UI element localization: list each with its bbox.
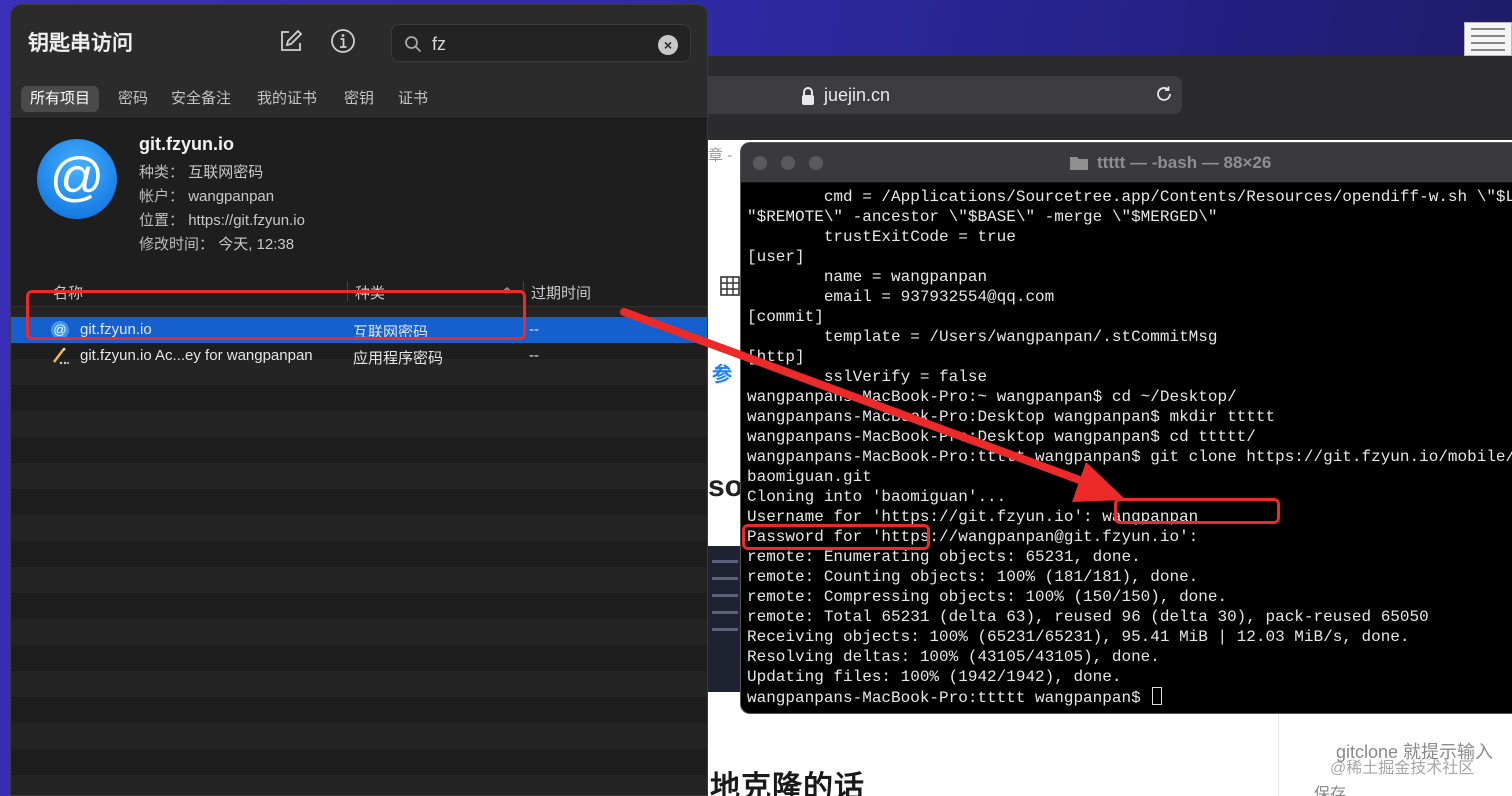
item-kind-row: 种类： 互联网密码	[139, 161, 263, 182]
terminal-line: wangpanpans-MacBook-Pro:~ wangpanpan$ cd…	[747, 388, 1237, 406]
column-expires[interactable]: 过期时间	[531, 282, 591, 303]
item-modified-row: 修改时间： 今天, 12:38	[139, 233, 294, 254]
minimize-button[interactable]	[781, 156, 795, 170]
terminal-window: ttttt — -bash — 88×26 cmd = /Application…	[740, 142, 1512, 714]
page-image-thumbnail	[708, 546, 742, 692]
kind-label: 种类：	[139, 164, 185, 181]
terminal-line: name = wangpanpan	[747, 268, 988, 286]
internet-password-icon: @	[37, 139, 117, 219]
terminal-line: remote: Enumerating objects: 65231, done…	[747, 548, 1141, 566]
terminal-line: template = /Users/wangpanpan/.stCommitMs…	[747, 328, 1218, 346]
tab-passwords[interactable]: 密码	[109, 86, 157, 112]
pencil-key-icon	[53, 347, 69, 365]
terminal-line: Updating files: 100% (1942/1942), done.	[747, 668, 1122, 686]
keychain-window: 钥匙串访问 × 所有项目 密码 安全备注 我的证书 密钥 证书 @ git.fz…	[10, 4, 708, 796]
item-account-row: 帐户： wangpanpan	[139, 185, 274, 206]
row-expires: --	[529, 347, 539, 364]
terminal-title: ttttt — -bash — 88×26	[1097, 153, 1272, 172]
terminal-line: "$REMOTE\" -ancestor \"$BASE\" -merge \"…	[747, 208, 1218, 226]
info-icon[interactable]	[329, 27, 357, 55]
terminal-line: [user]	[747, 248, 805, 266]
terminal-line: wangpanpans-MacBook-Pro:Desktop wangpanp…	[747, 408, 1276, 426]
reload-icon[interactable]	[1154, 84, 1174, 104]
where-label: 位置：	[139, 212, 185, 229]
page-text-save: 保存	[1314, 786, 1347, 796]
modified-label: 修改时间：	[139, 236, 215, 253]
terminal-line: baomiguan.git	[747, 468, 872, 486]
terminal-line: Resolving deltas: 100% (43105/43105), do…	[747, 648, 1160, 666]
page-heading-fragment: so	[708, 470, 744, 503]
desktop-file-thumbnail[interactable]	[1464, 22, 1512, 56]
terminal-line: [http]	[747, 348, 805, 366]
items-table: @ git.fzyun.io 互联网密码 -- git.fzyun.io Ac.…	[11, 307, 707, 795]
page-text-fragment: 章 -	[708, 147, 733, 164]
annotation-box-keychain-row	[26, 290, 526, 340]
row-name: git.fzyun.io Ac...ey for wangpanpan	[80, 347, 313, 364]
watermark: @稀土掘金技术社区	[1330, 760, 1475, 777]
terminal-prompt-line[interactable]: wangpanpans-MacBook-Pro:ttttt wangpanpan…	[747, 687, 1512, 707]
terminal-line: wangpanpans-MacBook-Pro:Desktop wangpanp…	[747, 428, 1256, 446]
terminal-line: wangpanpans-MacBook-Pro:ttttt wangpanpan…	[747, 448, 1512, 466]
terminal-line: sslVerify = false	[747, 368, 988, 386]
folder-icon	[1070, 157, 1088, 170]
account-label: 帐户：	[139, 188, 185, 205]
annotation-box-password-prompt	[742, 524, 930, 550]
compose-icon[interactable]	[277, 27, 305, 55]
zoom-button[interactable]	[809, 156, 823, 170]
tab-keys[interactable]: 密钥	[335, 86, 383, 112]
terminal-line: trustExitCode = true	[747, 228, 1016, 246]
search-icon	[405, 36, 422, 53]
terminal-line: [commit]	[747, 308, 824, 326]
terminal-output[interactable]: cmd = /Applications/Sourcetree.app/Conte…	[747, 187, 1512, 707]
annotation-box-username	[1114, 498, 1280, 524]
terminal-line: email = 937932554@qq.com	[747, 288, 1055, 306]
modified-value: 今天, 12:38	[218, 236, 295, 253]
tab-my-certificates[interactable]: 我的证书	[248, 86, 326, 112]
terminal-line: remote: Compressing objects: 100% (150/1…	[747, 588, 1228, 606]
table-row[interactable]: git.fzyun.io Ac...ey for wangpanpan 应用程序…	[11, 343, 707, 369]
article-heading: 地克隆的话	[710, 771, 865, 796]
where-value: https://git.fzyun.io	[188, 212, 305, 229]
tab-certificates[interactable]: 证书	[389, 86, 437, 112]
tab-all-items[interactable]: 所有项目	[21, 86, 100, 112]
row-kind: 应用程序密码	[353, 350, 444, 367]
item-detail-panel: @ git.fzyun.io 种类： 互联网密码 帐户： wangpanpan …	[11, 119, 707, 277]
row-expires: --	[529, 321, 539, 338]
item-name: git.fzyun.io	[139, 134, 234, 154]
keychain-toolbar: 钥匙串访问 ×	[11, 5, 707, 81]
terminal-line: Receiving objects: 100% (65231/65231), 9…	[747, 628, 1410, 646]
page-link-fragment[interactable]: 参	[712, 358, 732, 387]
terminal-line: cmd = /Applications/Sourcetree.app/Conte…	[747, 188, 1512, 206]
close-button[interactable]	[753, 156, 767, 170]
shell-prompt: wangpanpans-MacBook-Pro:ttttt wangpanpan…	[747, 689, 1151, 707]
terminal-line: remote: Total 65231 (delta 63), reused 9…	[747, 608, 1429, 626]
window-title: 钥匙串访问	[28, 32, 133, 55]
item-where-row: 位置： https://git.fzyun.io	[139, 209, 305, 230]
terminal-line: remote: Counting objects: 100% (181/181)…	[747, 568, 1199, 586]
tab-secure-notes[interactable]: 安全备注	[162, 86, 240, 112]
search-input[interactable]	[432, 31, 652, 57]
terminal-cursor	[1152, 687, 1163, 705]
address-bar[interactable]	[702, 76, 1182, 114]
category-tabs: 所有项目 密码 安全备注 我的证书 密钥 证书	[11, 81, 707, 119]
terminal-titlebar: ttttt — -bash — 88×26	[741, 143, 1512, 183]
search-field[interactable]: ×	[391, 24, 691, 62]
lock-icon	[802, 87, 814, 105]
account-value: wangpanpan	[188, 188, 275, 205]
kind-value: 互联网密码	[188, 164, 264, 181]
address-text: juejin.cn	[824, 85, 891, 105]
clear-search-icon[interactable]: ×	[658, 35, 678, 55]
grid-icon[interactable]	[720, 276, 740, 296]
